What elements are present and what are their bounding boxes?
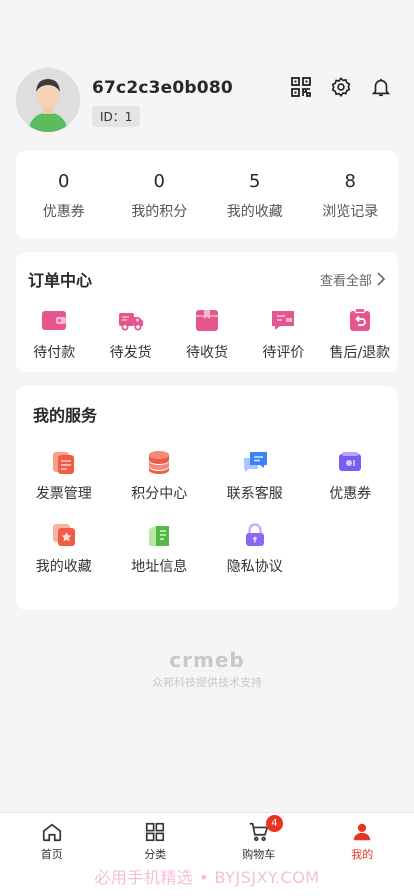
stat-value: 0 [58, 171, 70, 192]
order-item-label: 待付款 [33, 345, 76, 361]
my-services-title: 我的服务 [33, 406, 98, 425]
invoice-icon [52, 452, 74, 474]
order-center-title: 订单中心 [28, 271, 93, 290]
stat-points[interactable]: 0 我的积分 [112, 151, 208, 239]
order-item-label: 待发货 [109, 345, 152, 361]
header-actions [290, 76, 392, 98]
service-address[interactable]: 地址信息 [112, 521, 208, 576]
wallet-icon [42, 311, 67, 330]
service-label: 地址信息 [131, 559, 188, 575]
stat-value: 8 [344, 171, 356, 192]
tab-label: 首页 [40, 848, 63, 861]
service-favorites[interactable]: 我的收藏 [16, 521, 112, 576]
watermark-text: 必用手机精选 • BYJSJXY.COM [94, 868, 320, 887]
stat-label: 我的收藏 [226, 204, 283, 220]
settings-icon[interactable] [330, 76, 352, 98]
username: 67c2c3e0b080 [92, 78, 233, 98]
my-services-header: 我的服务 [16, 386, 398, 442]
bell-icon[interactable] [370, 76, 392, 98]
package-icon [196, 310, 219, 331]
service-label: 隐私协议 [226, 559, 283, 575]
order-pending-payment[interactable]: 待付款 [16, 306, 92, 362]
stat-history[interactable]: 8 浏览记录 [303, 151, 399, 239]
user-id-badge: ID：1 [92, 106, 141, 127]
service-label: 我的收藏 [35, 559, 92, 575]
order-center-header: 订单中心 查看全部 [16, 252, 398, 306]
favorite-icon [52, 524, 75, 546]
stat-label: 我的积分 [131, 204, 188, 220]
service-invoice[interactable]: 发票管理 [16, 448, 112, 503]
service-label: 优惠券 [329, 486, 372, 502]
service-label: 积分中心 [131, 486, 188, 502]
service-customer-support[interactable]: 联系客服 [207, 448, 303, 503]
grid-icon [146, 822, 165, 842]
service-coupons[interactable]: 优惠券 [303, 448, 399, 503]
stat-favorites[interactable]: 5 我的收藏 [207, 151, 303, 239]
profile-header: 67c2c3e0b080 ID：1 [16, 68, 398, 132]
powered-by: crmeb 众邦科技提供技术支持 [0, 648, 414, 690]
order-item-label: 待评价 [262, 345, 305, 361]
home-icon [42, 823, 61, 842]
view-all-label: 查看全部 [319, 273, 372, 289]
stat-coupons[interactable]: 0 优惠券 [16, 151, 112, 239]
qrcode-icon[interactable] [290, 76, 312, 98]
order-after-sales[interactable]: 售后/退款 [322, 306, 398, 362]
cart-count-badge: 4 [265, 815, 283, 832]
tab-label: 我的 [351, 848, 374, 861]
user-icon [354, 823, 371, 841]
service-points[interactable]: 积分中心 [112, 448, 208, 503]
lock-icon [245, 523, 264, 546]
order-status-row: 待付款 待发货 待收货 待评价 售后/退款 [16, 306, 398, 362]
chevron-right-icon [377, 272, 386, 286]
coupon-icon [339, 452, 362, 471]
stat-value: 0 [153, 171, 165, 192]
services-grid: 发票管理 积分中心 联系客服 优惠券 我的收藏 地址信息 隐私协议 [16, 442, 398, 576]
powered-by-text: 众邦科技提供技术支持 [152, 676, 262, 689]
order-center-card: 订单中心 查看全部 待付款 待发货 待收货 待评价 售后/退款 [16, 252, 398, 372]
address-icon [149, 526, 170, 546]
view-all-orders-link[interactable]: 查看全部 [320, 270, 386, 289]
crmeb-logo: crmeb [169, 648, 245, 672]
stat-value: 5 [249, 171, 261, 192]
chat-icon [243, 452, 267, 472]
order-pending-shipment[interactable]: 待发货 [92, 306, 168, 362]
points-icon [149, 451, 170, 474]
service-label: 发票管理 [35, 486, 92, 502]
truck-icon [118, 313, 143, 331]
service-privacy[interactable]: 隐私协议 [207, 521, 303, 576]
stats-card: 0 优惠券 0 我的积分 5 我的收藏 8 浏览记录 [16, 151, 398, 239]
tab-label: 分类 [144, 848, 167, 861]
refund-icon [349, 307, 370, 331]
order-pending-receipt[interactable]: 待收货 [169, 306, 245, 362]
stat-label: 优惠券 [42, 204, 85, 220]
tab-label: 购物车 [242, 848, 276, 861]
order-item-label: 售后/退款 [329, 345, 391, 361]
review-icon [272, 311, 295, 330]
avatar[interactable] [16, 68, 80, 132]
service-label: 联系客服 [226, 486, 283, 502]
order-pending-review[interactable]: 待评价 [245, 306, 321, 362]
order-item-label: 待收货 [186, 345, 229, 361]
stat-label: 浏览记录 [322, 204, 379, 220]
my-services-card: 我的服务 发票管理 积分中心 联系客服 优惠券 我的收藏 地址信息 隐私协议 [16, 386, 398, 610]
